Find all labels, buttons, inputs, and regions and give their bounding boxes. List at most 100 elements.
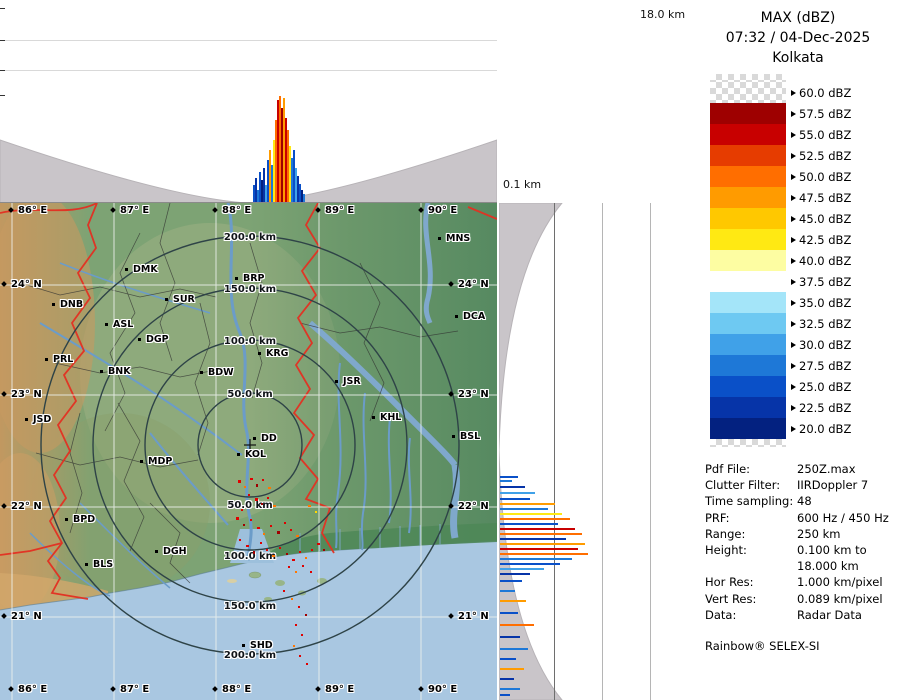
dbz-legend-row: 20.0 dBZ <box>710 418 890 439</box>
dbz-legend-row: 57.5 dBZ <box>710 103 890 124</box>
legend-arrow-icon <box>791 216 796 222</box>
scan-datetime: 07:32 / 04-Dec-2025 <box>690 28 906 48</box>
dbz-legend-label: 52.5 dBZ <box>799 149 851 163</box>
dbz-legend-label: 47.5 dBZ <box>799 191 851 205</box>
dbz-legend-row: 40.0 dBZ <box>710 250 890 271</box>
ns-profile-bar <box>500 658 516 660</box>
dbz-legend-label: 42.5 dBZ <box>799 233 851 247</box>
info-row: 18.000 km <box>705 558 906 574</box>
info-label: Hor Res: <box>705 574 797 590</box>
dbz-legend-row: 35.0 dBZ <box>710 292 890 313</box>
dbz-legend-row: 47.5 dBZ <box>710 187 890 208</box>
dbz-color-swatch <box>710 82 786 103</box>
legend-arrow-icon <box>791 258 796 264</box>
ns-profile-bar <box>500 590 515 592</box>
info-label: Range: <box>705 526 797 542</box>
colorbar-cap <box>710 74 786 82</box>
legend-arrow-icon <box>791 195 796 201</box>
info-value: 18.000 km <box>797 558 906 574</box>
info-label: Clutter Filter: <box>705 477 797 493</box>
info-label: Time sampling: <box>705 493 797 509</box>
dbz-color-swatch <box>710 418 786 439</box>
info-value: 1.000 km/pixel <box>797 574 906 590</box>
info-value: 0.089 km/pixel <box>797 591 906 607</box>
ns-profile-bar <box>500 513 562 515</box>
radar-map[interactable] <box>0 203 497 700</box>
legend-arrow-icon <box>791 279 796 285</box>
info-value: Radar Data <box>797 607 906 623</box>
dbz-color-swatch <box>710 355 786 376</box>
dbz-color-swatch <box>710 187 786 208</box>
info-row: Clutter Filter:IIRDoppler 7 <box>705 477 906 493</box>
ns-profile-bar <box>500 533 582 535</box>
info-value: 48 <box>797 493 906 509</box>
ns-profile-bars <box>499 203 690 700</box>
ns-profile-bar <box>500 518 570 520</box>
dbz-color-swatch <box>710 166 786 187</box>
dbz-legend-row: 60.0 dBZ <box>710 82 890 103</box>
dbz-legend-label: 30.0 dBZ <box>799 338 851 352</box>
info-value: 600 Hz / 450 Hz <box>797 510 906 526</box>
legend-arrow-icon <box>791 363 796 369</box>
ns-height-profile[interactable] <box>497 203 690 700</box>
ew-height-profile[interactable] <box>0 0 497 203</box>
dbz-legend-label: 50.0 dBZ <box>799 170 851 184</box>
legend-arrow-icon <box>791 153 796 159</box>
legend-arrow-icon <box>791 321 796 327</box>
ns-profile-bar <box>500 580 522 582</box>
dbz-color-swatch <box>710 229 786 250</box>
dbz-color-swatch <box>710 334 786 355</box>
ns-profile-bar <box>500 528 575 530</box>
radar-site-name: Kolkata <box>690 48 906 68</box>
legend-arrow-icon <box>791 384 796 390</box>
info-row: PRF:600 Hz / 450 Hz <box>705 510 906 526</box>
ns-profile-bar <box>500 480 512 482</box>
dbz-color-swatch <box>710 208 786 229</box>
legend-arrow-icon <box>791 405 796 411</box>
dbz-legend-row: 52.5 dBZ <box>710 145 890 166</box>
info-value: IIRDoppler 7 <box>797 477 906 493</box>
ns-profile-bar <box>500 648 528 650</box>
software-brand: Rainbow® SELEX-SI <box>705 639 906 653</box>
dbz-color-swatch <box>710 124 786 145</box>
ns-profile-bar <box>500 600 526 602</box>
dbz-legend-label: 25.0 dBZ <box>799 380 851 394</box>
dbz-color-swatch <box>710 376 786 397</box>
ns-profile-bar <box>500 553 588 555</box>
dbz-legend-label: 45.0 dBZ <box>799 212 851 226</box>
ns-profile-bar <box>500 558 572 560</box>
dbz-legend-row: 42.5 dBZ <box>710 229 890 250</box>
info-label: Data: <box>705 607 797 623</box>
info-label <box>705 558 797 574</box>
dbz-legend-row: 50.0 dBZ <box>710 166 890 187</box>
ns-profile-bar <box>500 476 518 478</box>
ns-profile-bar <box>500 508 548 510</box>
dbz-legend-label: 20.0 dBZ <box>799 422 851 436</box>
ns-profile-bar <box>500 523 558 525</box>
ns-profile-bar <box>500 538 566 540</box>
info-row: Height:0.100 km to <box>705 542 906 558</box>
ns-profile-bar <box>500 568 544 570</box>
ns-profile-bar <box>500 563 560 565</box>
dbz-color-swatch <box>710 313 786 334</box>
max-height-axis-label: 18.0 km <box>640 8 685 21</box>
info-label: Vert Res: <box>705 591 797 607</box>
ns-profile-bar <box>500 612 518 614</box>
legend-arrow-icon <box>791 174 796 180</box>
info-row: Vert Res:0.089 km/pixel <box>705 591 906 607</box>
info-label: Pdf File: <box>705 461 797 477</box>
dbz-legend-label: 55.0 dBZ <box>799 128 851 142</box>
dbz-color-swatch <box>710 103 786 124</box>
info-value: 0.100 km to <box>797 542 906 558</box>
info-row: Pdf File:250Z.max <box>705 461 906 477</box>
info-value: 250 km <box>797 526 906 542</box>
dbz-legend-label: 60.0 dBZ <box>799 86 851 100</box>
legend-arrow-icon <box>791 300 796 306</box>
dbz-legend-label: 27.5 dBZ <box>799 359 851 373</box>
dbz-color-swatch <box>710 145 786 166</box>
ns-profile-bar <box>500 543 585 545</box>
ns-profile-bar <box>500 624 534 626</box>
map-canvas <box>0 203 497 700</box>
ns-profile-bar <box>500 498 530 500</box>
dbz-color-swatch <box>710 250 786 271</box>
